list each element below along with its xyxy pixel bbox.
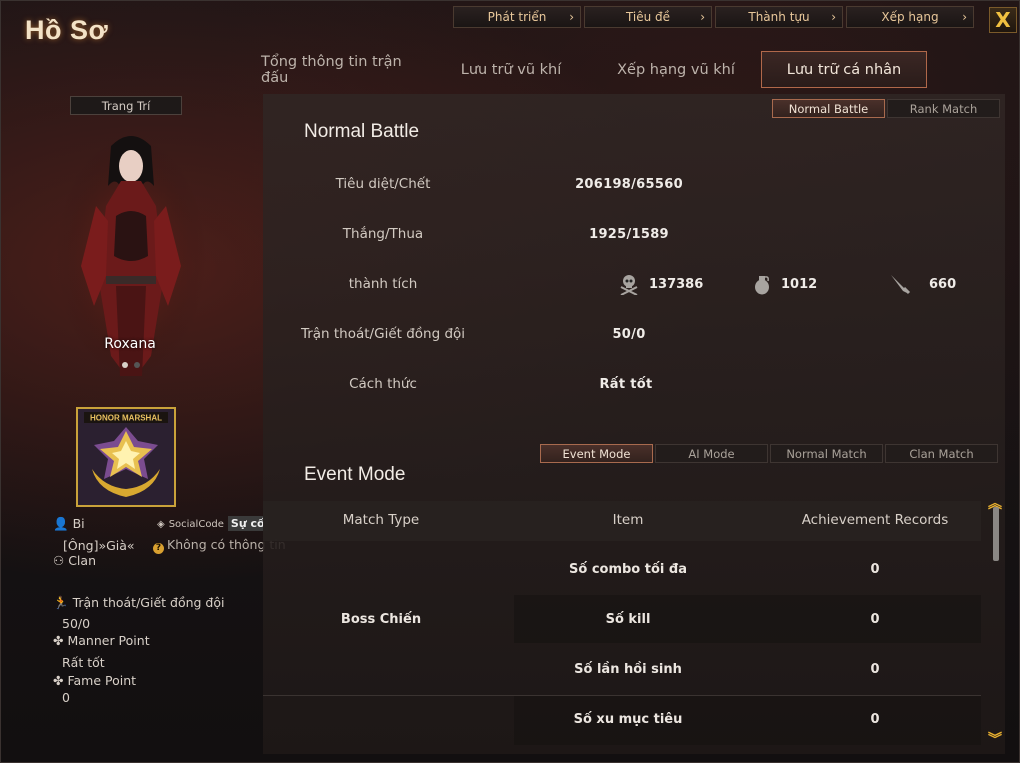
event-mode-title: Event Mode bbox=[304, 464, 406, 485]
top-tab-bar: Phát triển › Tiêu đề › Thành tựu › Xếp h… bbox=[453, 6, 974, 28]
tab-titles[interactable]: Tiêu đề › bbox=[584, 6, 712, 28]
social-code-row: ◈ SocialCode Sự cố bbox=[157, 515, 268, 531]
win-loss-label: Thắng/Thua bbox=[342, 226, 424, 242]
match-type-cell: Boss Chiến bbox=[340, 612, 422, 627]
column-item: Item bbox=[612, 512, 644, 528]
rank-badge: HONOR MARSHAL bbox=[76, 407, 176, 507]
grenade-icon bbox=[755, 276, 769, 295]
tab-weapon-archive[interactable]: Lưu trữ vũ khí bbox=[451, 51, 571, 88]
manner-value: Rất tốt bbox=[62, 655, 105, 670]
normal-battle-button[interactable]: Normal Battle bbox=[772, 99, 885, 118]
tab-match-overview[interactable]: Tổng thông tin trận đấu bbox=[261, 51, 431, 88]
character-name: Roxana bbox=[104, 336, 156, 352]
tab-weapon-ranking[interactable]: Xếp hạng vũ khí bbox=[611, 51, 741, 88]
manner-label: Manner Point bbox=[67, 633, 150, 648]
item-cell: Số lần hồi sinh bbox=[574, 662, 682, 677]
window-title: Hồ Sơ bbox=[25, 15, 109, 45]
chevron-right-icon: › bbox=[962, 10, 967, 24]
clover-icon: ✤ bbox=[53, 633, 64, 648]
tab-label: Tiêu đề bbox=[625, 10, 671, 24]
fame-label: Fame Point bbox=[67, 673, 137, 688]
headshot-stat: 137386 bbox=[619, 273, 703, 295]
nickname-row: 👤 Bi bbox=[53, 516, 85, 532]
question-icon: ? bbox=[153, 542, 164, 554]
clan-label: Clan bbox=[68, 553, 96, 568]
record-cell: 0 bbox=[870, 662, 880, 677]
tab-label: Phát triển bbox=[487, 10, 547, 24]
kill-death-label: Tiêu diệt/Chết bbox=[335, 176, 431, 192]
desertion-value: 50/0 bbox=[62, 616, 91, 631]
desertion-row: 🏃 Trận thoát/Giết đồng đội bbox=[53, 595, 225, 611]
social-code-label: SocialCode bbox=[168, 519, 224, 530]
clover-icon: ✤ bbox=[53, 673, 64, 688]
profile-window: Hồ Sơ Phát triển › Tiêu đề › Thành tựu ›… bbox=[0, 0, 1020, 763]
ai-mode-button[interactable]: AI Mode bbox=[655, 444, 768, 463]
clan-row: ⚇ Clan bbox=[53, 553, 96, 568]
item-cell: Số kill bbox=[605, 612, 651, 627]
desertion-stat-label: Trận thoát/Giết đồng đội bbox=[300, 326, 466, 342]
chevron-right-icon: › bbox=[831, 10, 836, 24]
knife-stat: 660 bbox=[889, 273, 956, 295]
tab-ranking[interactable]: Xếp hạng › bbox=[846, 6, 974, 28]
pager-dot[interactable] bbox=[134, 362, 140, 368]
scrollbar-thumb[interactable] bbox=[993, 507, 999, 561]
rank-match-button[interactable]: Rank Match bbox=[887, 99, 1000, 118]
record-cell: 0 bbox=[870, 712, 880, 727]
item-cell: Số combo tối đa bbox=[569, 562, 687, 577]
headshot-count: 137386 bbox=[649, 276, 704, 292]
badge-text: HONOR MARSHAL bbox=[90, 414, 162, 423]
record-cell: 0 bbox=[870, 562, 880, 577]
tab-achievements[interactable]: Thành tựu › bbox=[715, 6, 843, 28]
chevron-right-icon: › bbox=[569, 10, 574, 24]
achievement-label: thành tích bbox=[348, 276, 418, 292]
skull-icon bbox=[620, 275, 638, 295]
desertion-label: Trận thoát/Giết đồng đội bbox=[72, 595, 225, 610]
chevron-right-icon: › bbox=[700, 10, 705, 24]
record-cell: 0 bbox=[870, 612, 880, 627]
normal-match-button[interactable]: Normal Match bbox=[770, 444, 883, 463]
win-loss-value: 1925/1589 bbox=[589, 227, 669, 242]
nickname: Bi bbox=[72, 516, 85, 531]
knife-count: 660 bbox=[929, 276, 957, 292]
manner-stat-value: Rất tốt bbox=[599, 377, 653, 392]
knife-icon bbox=[891, 275, 911, 295]
clan-icon: ⚇ bbox=[53, 553, 65, 568]
decorate-button[interactable]: Trang Trí bbox=[70, 96, 182, 115]
kill-death-value: 206198/65560 bbox=[575, 177, 683, 192]
tab-development[interactable]: Phát triển › bbox=[453, 6, 581, 28]
character-pager[interactable] bbox=[122, 362, 140, 368]
column-match-type: Match Type bbox=[342, 512, 420, 528]
desertion-stat-value: 50/0 bbox=[612, 327, 646, 342]
grenade-stat: 1012 bbox=[753, 273, 817, 295]
row-divider bbox=[263, 695, 981, 696]
tab-personal-archive[interactable]: Lưu trữ cá nhân bbox=[761, 51, 927, 88]
social-code-value: Sự cố bbox=[227, 516, 268, 531]
running-icon: 🏃 bbox=[53, 595, 69, 610]
normal-battle-title: Normal Battle bbox=[304, 121, 420, 142]
tab-label: Xếp hạng bbox=[881, 10, 939, 24]
grenade-count: 1012 bbox=[781, 276, 818, 292]
clan-match-button[interactable]: Clan Match bbox=[885, 444, 998, 463]
tab-label: Thành tựu bbox=[748, 10, 810, 24]
item-cell: Số xu mục tiêu bbox=[573, 712, 683, 727]
fame-row: ✤ Fame Point bbox=[53, 673, 136, 688]
user-icon: 👤 bbox=[53, 516, 69, 531]
title-row: [Ông]»Già« bbox=[63, 538, 135, 553]
tag-icon: ◈ bbox=[157, 519, 165, 530]
fame-value: 0 bbox=[62, 690, 70, 705]
column-achievement-records: Achievement Records bbox=[801, 512, 949, 528]
pager-dot[interactable] bbox=[122, 362, 128, 368]
scroll-down-icon[interactable]: ︾ bbox=[988, 729, 1002, 749]
event-mode-button[interactable]: Event Mode bbox=[540, 444, 653, 463]
manner-row: ✤ Manner Point bbox=[53, 633, 150, 648]
manner-stat-label: Cách thức bbox=[349, 376, 417, 392]
close-button[interactable]: X bbox=[989, 7, 1017, 33]
player-title: [Ông]»Già« bbox=[63, 538, 135, 553]
